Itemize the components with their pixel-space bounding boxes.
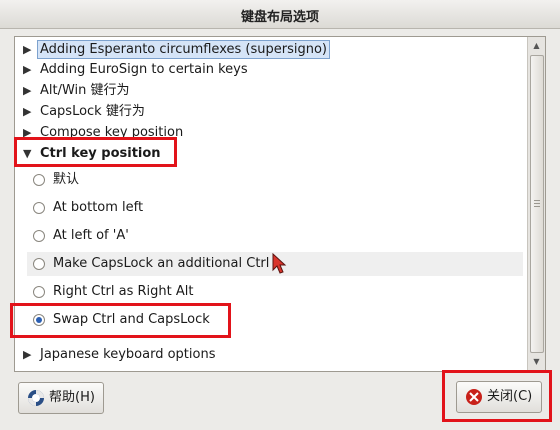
- expand-arrow-icon[interactable]: ▶: [23, 80, 35, 101]
- scroll-up-icon[interactable]: ▲: [530, 39, 543, 52]
- radio-option-label: 默认: [53, 172, 80, 187]
- radio-option-default[interactable]: 默认: [27, 168, 523, 192]
- radio-option-label: Make CapsLock an additional Ctrl: [53, 256, 270, 271]
- expand-arrow-icon[interactable]: ▶: [23, 59, 35, 80]
- group-row-eurosign[interactable]: ▶ Adding EuroSign to certain keys: [15, 59, 525, 80]
- scrollbar-thumb[interactable]: [530, 55, 544, 353]
- group-label: Adding EuroSign to certain keys: [40, 62, 248, 77]
- close-button-label: 关闭(C): [487, 389, 533, 404]
- help-button-label: 帮助(H): [49, 390, 95, 405]
- radio-button[interactable]: [33, 202, 45, 214]
- group-label: CapsLock 键行为: [40, 104, 145, 119]
- radio-button[interactable]: [33, 174, 45, 186]
- radio-option-bottom-left[interactable]: At bottom left: [27, 196, 523, 220]
- grip-line: [534, 203, 540, 204]
- radio-button[interactable]: [33, 286, 45, 298]
- radio-button[interactable]: [33, 258, 45, 270]
- group-label: Alt/Win 键行为: [40, 83, 130, 98]
- help-lifebuoy-icon: [28, 390, 44, 406]
- group-row-capslock[interactable]: ▶ CapsLock 键行为: [15, 101, 525, 122]
- radio-option-left-of-a[interactable]: At left of 'A': [27, 224, 523, 248]
- expand-arrow-icon[interactable]: ▶: [23, 344, 35, 365]
- mouse-pointer-icon: [272, 253, 287, 274]
- grip-line: [534, 200, 540, 201]
- group-row-altwin[interactable]: ▶ Alt/Win 键行为: [15, 80, 525, 101]
- radio-button[interactable]: [33, 230, 45, 242]
- group-row-japanese[interactable]: ▶ Japanese keyboard options: [15, 344, 525, 365]
- highlight-swap-option: [10, 303, 231, 338]
- vertical-scrollbar[interactable]: ▲ ▼: [527, 37, 545, 371]
- grip-line: [534, 206, 540, 207]
- radio-option-label: Right Ctrl as Right Alt: [53, 284, 194, 299]
- expand-arrow-icon[interactable]: ▶: [23, 101, 35, 122]
- expand-arrow-icon[interactable]: ▶: [23, 39, 35, 60]
- close-button[interactable]: 关闭(C): [456, 381, 542, 413]
- radio-option-label: At left of 'A': [53, 228, 129, 243]
- window-title: 键盘布局选项: [240, 10, 319, 25]
- group-label: Japanese keyboard options: [40, 347, 216, 362]
- help-button[interactable]: 帮助(H): [18, 382, 104, 414]
- group-label: Adding Esperanto circumflexes (supersign…: [37, 40, 330, 59]
- radio-option-label: At bottom left: [53, 200, 144, 215]
- scroll-down-icon[interactable]: ▼: [530, 355, 543, 368]
- highlight-ctrl-position: [14, 137, 177, 167]
- close-icon: [466, 389, 482, 405]
- group-row-esperanto[interactable]: ▶ Adding Esperanto circumflexes (supersi…: [15, 39, 525, 60]
- radio-option-right-ctrl-alt[interactable]: Right Ctrl as Right Alt: [27, 280, 523, 304]
- title-bar: 键盘布局选项: [0, 0, 560, 29]
